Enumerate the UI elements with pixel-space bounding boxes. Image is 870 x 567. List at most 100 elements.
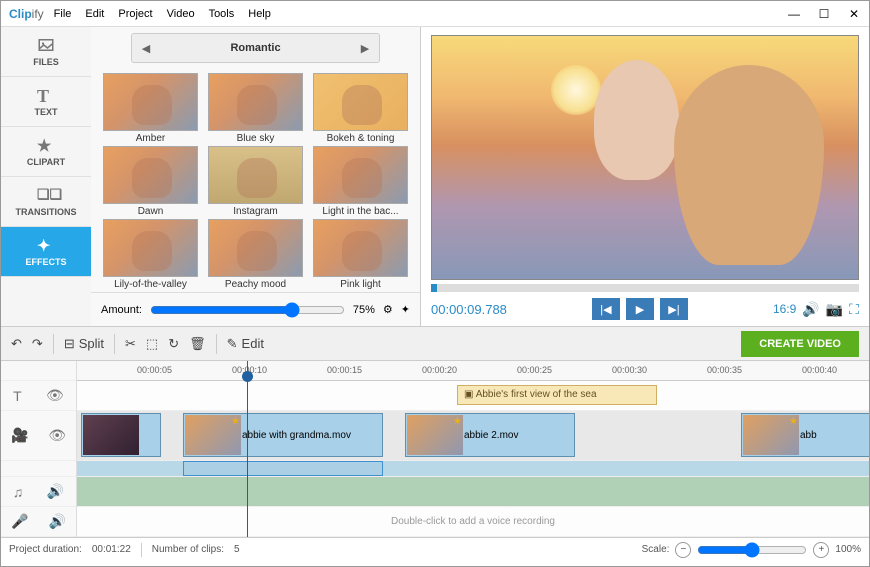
- voice-hint: Double-click to add a voice recording: [77, 507, 869, 537]
- voice-track-header: 🎤🔊: [1, 507, 76, 537]
- create-video-button[interactable]: CREATE VIDEO: [741, 331, 859, 357]
- wand-icon: ✦: [37, 236, 55, 254]
- main-menu: File Edit Project Video Tools Help: [54, 8, 779, 20]
- text-icon: T: [13, 388, 22, 404]
- tab-effects[interactable]: ✦ EFFECTS: [1, 227, 91, 277]
- video-clip-3[interactable]: 2.0★abbie 2.mov: [405, 413, 575, 457]
- video-clip-1[interactable]: [81, 413, 161, 457]
- prev-frame-button[interactable]: |◀: [592, 298, 620, 320]
- preview-timecode: 00:00:09.788: [431, 302, 507, 317]
- menu-file[interactable]: File: [54, 8, 72, 20]
- tab-transitions-label: TRANSITIONS: [15, 207, 76, 217]
- speaker-icon[interactable]: 🔊: [47, 483, 64, 500]
- clips-value: 5: [234, 544, 240, 555]
- video-track[interactable]: 2.0★abbie with grandma.mov 2.0★abbie 2.m…: [77, 411, 869, 461]
- cut-button[interactable]: ✂: [125, 336, 136, 352]
- category-name: Romantic: [160, 42, 351, 54]
- menu-edit[interactable]: Edit: [85, 8, 104, 20]
- category-prev-button[interactable]: ◀: [132, 42, 160, 55]
- statusbar: Project duration: 00:01:22 Number of cli…: [1, 537, 869, 561]
- menu-project[interactable]: Project: [118, 8, 152, 20]
- effect-amber[interactable]: Amber: [99, 73, 202, 144]
- video-subtrack[interactable]: [77, 461, 869, 477]
- app-logo: Clipify: [9, 7, 44, 21]
- music-icon: ♫: [13, 484, 24, 500]
- scale-value: 100%: [835, 544, 861, 555]
- play-button[interactable]: ▶: [626, 298, 654, 320]
- next-frame-button[interactable]: ▶|: [660, 298, 688, 320]
- transitions-icon: ❏❏: [37, 186, 55, 204]
- audio-waveform[interactable]: [77, 477, 869, 506]
- edit-button[interactable]: ✎ Edit: [227, 336, 264, 352]
- amount-row: Amount: 75% ⚙ ✦: [91, 292, 420, 326]
- zoom-in-button[interactable]: +: [813, 542, 829, 558]
- timeline-track-headers: T👁 🎥👁 ♫🔊 🎤🔊: [1, 361, 77, 537]
- eye-icon[interactable]: 👁: [48, 427, 66, 444]
- effect-instagram[interactable]: Instagram: [204, 146, 307, 217]
- zoom-out-button[interactable]: −: [675, 542, 691, 558]
- text-track[interactable]: ▣ Abbie's first view of the sea: [77, 381, 869, 411]
- fullscreen-icon[interactable]: ⛶: [849, 301, 859, 318]
- tab-text-label: TEXT: [34, 107, 57, 117]
- audio-track[interactable]: [77, 477, 869, 507]
- menu-help[interactable]: Help: [248, 8, 271, 20]
- speaker-icon[interactable]: 🔊: [49, 513, 66, 530]
- aspect-ratio[interactable]: 16:9: [773, 302, 796, 316]
- playhead[interactable]: [247, 361, 248, 537]
- timeline-tracks[interactable]: 00:00:0500:00:1000:00:1500:00:2000:00:25…: [77, 361, 869, 537]
- text-icon: T: [37, 86, 55, 104]
- selection-range[interactable]: [183, 461, 383, 476]
- tab-transitions[interactable]: ❏❏ TRANSITIONS: [1, 177, 91, 227]
- effects-panel: ◀ Romantic ▶ Amber Blue sky Bokeh & toni…: [91, 27, 421, 326]
- voice-track[interactable]: Double-click to add a voice recording: [77, 507, 869, 537]
- preview-viewport: [431, 35, 859, 280]
- split-button[interactable]: ⊟ Split: [64, 336, 104, 352]
- menu-video[interactable]: Video: [167, 8, 195, 20]
- redo-button[interactable]: ↷: [32, 336, 43, 352]
- time-ruler[interactable]: 00:00:0500:00:1000:00:1500:00:2000:00:25…: [77, 361, 869, 381]
- scale-control: Scale: − + 100%: [642, 542, 861, 558]
- effect-light-back[interactable]: Light in the bac...: [309, 146, 412, 217]
- category-next-button[interactable]: ▶: [351, 42, 379, 55]
- tab-clipart[interactable]: ★ CLIPART: [1, 127, 91, 177]
- preview-controls: 00:00:09.788 |◀ ▶ ▶| 16:9 🔊 📷 ⛶: [431, 292, 859, 326]
- effect-peachy-mood[interactable]: Peachy mood: [204, 219, 307, 290]
- text-clip[interactable]: ▣ Abbie's first view of the sea: [457, 385, 657, 405]
- close-button[interactable]: ✕: [839, 2, 869, 26]
- video-clip-4[interactable]: 2.0★abb: [741, 413, 869, 457]
- category-nav: ◀ Romantic ▶: [131, 33, 380, 63]
- audio-track-header: ♫🔊: [1, 477, 76, 507]
- tab-files[interactable]: FILES: [1, 27, 91, 77]
- effects-grid: Amber Blue sky Bokeh & toning Dawn Insta…: [91, 69, 420, 292]
- maximize-button[interactable]: ☐: [809, 2, 839, 26]
- tab-files-label: FILES: [33, 57, 59, 67]
- effect-pink-light[interactable]: Pink light: [309, 219, 412, 290]
- menu-tools[interactable]: Tools: [209, 8, 235, 20]
- wand-apply-icon[interactable]: ✦: [401, 303, 410, 316]
- timeline: T👁 🎥👁 ♫🔊 🎤🔊 00:00:0500:00:1000:00:1500:0…: [1, 361, 869, 537]
- undo-button[interactable]: ↶: [11, 336, 22, 352]
- text-track-header: T👁: [1, 381, 76, 411]
- minimize-button[interactable]: ―: [779, 2, 809, 26]
- snapshot-icon[interactable]: 📷: [826, 301, 843, 318]
- eye-icon[interactable]: 👁: [46, 387, 64, 404]
- volume-icon[interactable]: 🔊: [802, 301, 819, 318]
- duration-value: 00:01:22: [92, 544, 131, 555]
- amount-value: 75%: [353, 304, 375, 316]
- rotate-button[interactable]: ↻: [168, 336, 179, 352]
- crop-button[interactable]: ⬚: [146, 336, 158, 352]
- clips-label: Number of clips:: [152, 544, 224, 555]
- tab-text[interactable]: T TEXT: [1, 77, 91, 127]
- effect-blue-sky[interactable]: Blue sky: [204, 73, 307, 144]
- effect-dawn[interactable]: Dawn: [99, 146, 202, 217]
- effect-bokeh-toning[interactable]: Bokeh & toning: [309, 73, 412, 144]
- delete-button[interactable]: 🗑: [189, 336, 206, 352]
- settings-icon[interactable]: ⚙: [383, 303, 393, 316]
- effect-lily-valley[interactable]: Lily-of-the-valley: [99, 219, 202, 290]
- scale-slider[interactable]: [697, 542, 807, 558]
- amount-slider[interactable]: [150, 302, 345, 318]
- preview-seekbar[interactable]: [431, 284, 859, 292]
- tab-effects-label: EFFECTS: [25, 257, 66, 267]
- tab-clipart-label: CLIPART: [27, 157, 65, 167]
- video-clip-2[interactable]: 2.0★abbie with grandma.mov: [183, 413, 383, 457]
